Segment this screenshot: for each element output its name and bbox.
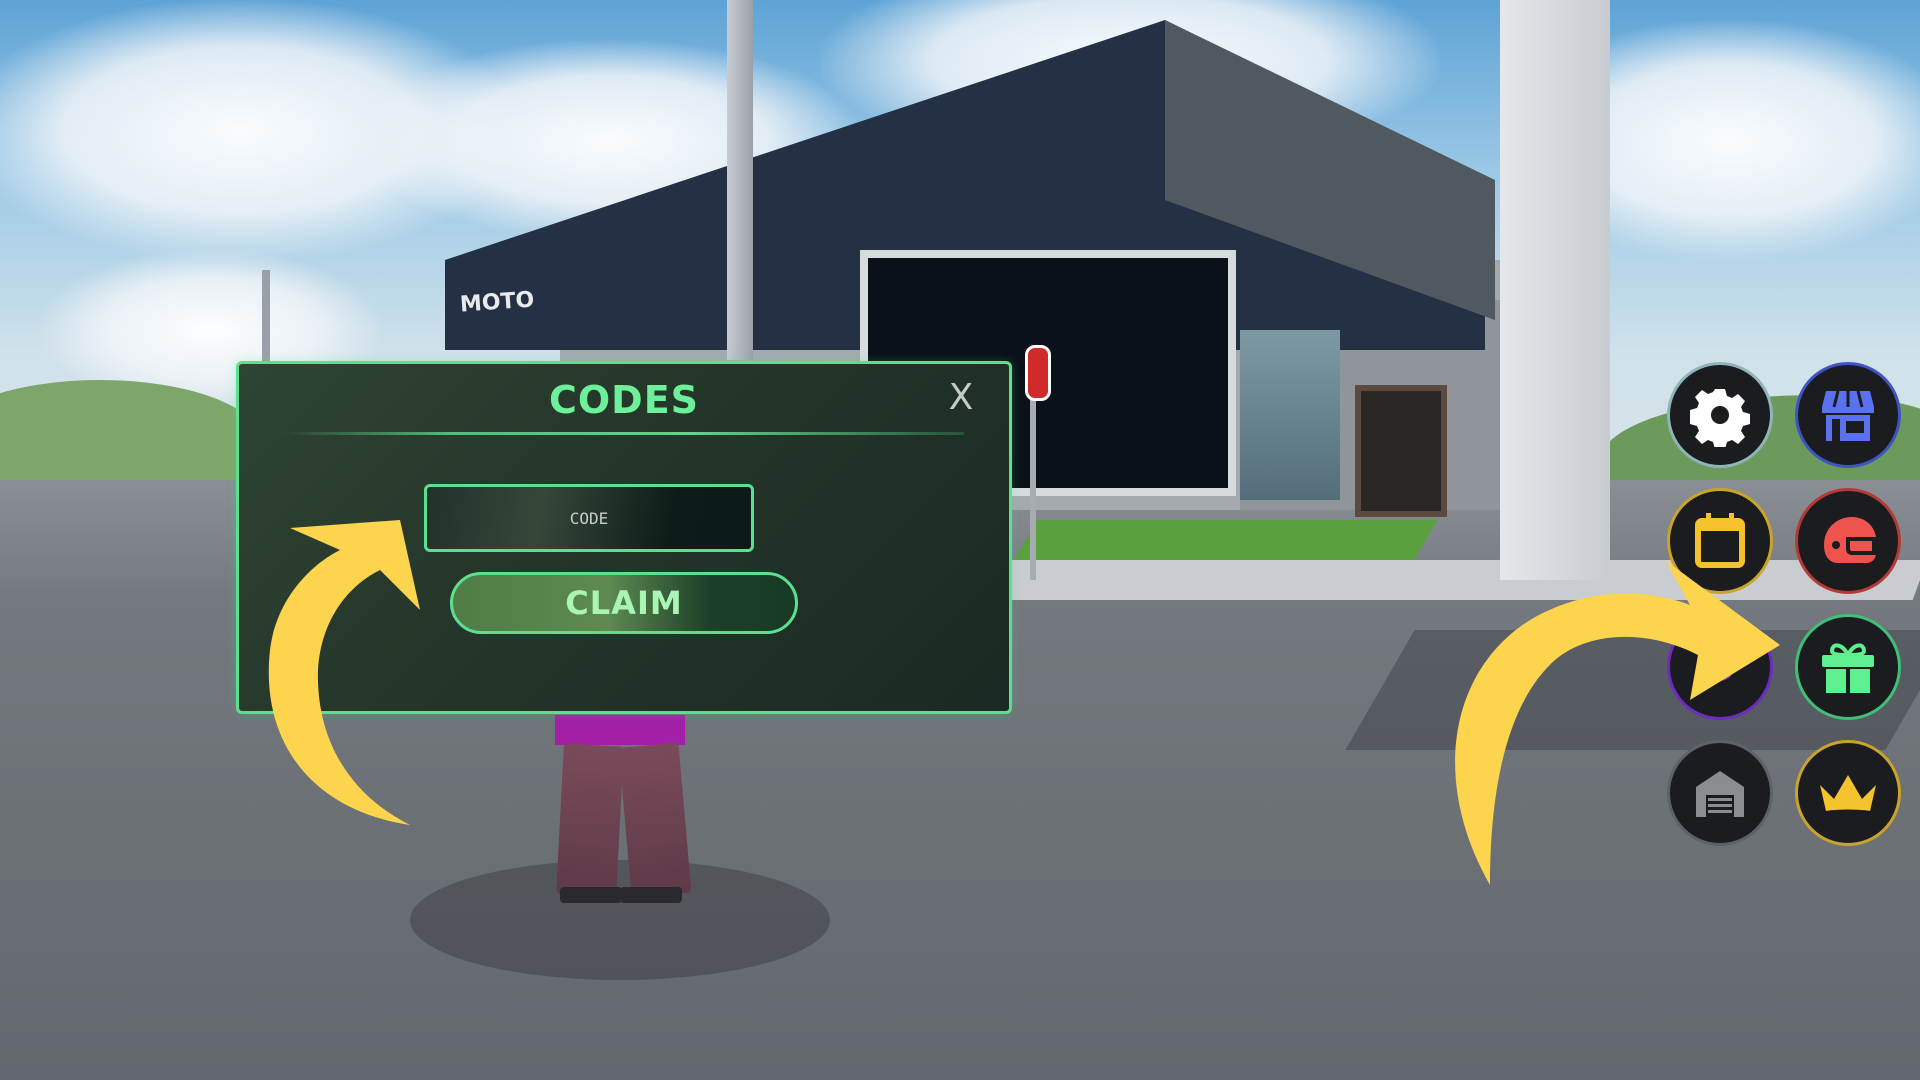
store-icon [1822,390,1874,441]
pole [727,0,753,360]
crown-icon [1820,775,1876,815]
building-sign: MOTO [459,287,536,318]
sign-post [1030,380,1036,580]
player-character [520,715,720,905]
building-door [1355,385,1447,517]
close-button[interactable]: X [939,376,983,420]
gift-icon [1822,643,1874,693]
helmets-button[interactable] [1795,488,1901,594]
street-lamp [262,270,270,370]
annotation-arrow-right [1455,560,1780,885]
panel-title: CODES [548,378,700,422]
building-window [1240,330,1340,500]
claim-button[interactable]: CLAIM [450,572,798,634]
helmet-icon [1824,517,1876,563]
codes-button[interactable] [1795,614,1901,720]
shop-button[interactable] [1795,362,1901,468]
pillar [1500,0,1610,580]
gear-icon [1690,389,1750,447]
annotation-arrow-left [268,520,420,825]
code-input[interactable] [424,484,754,552]
settings-button[interactable] [1667,362,1773,468]
divider [284,432,964,435]
vip-button[interactable] [1795,740,1901,846]
road-sign [1025,345,1051,401]
